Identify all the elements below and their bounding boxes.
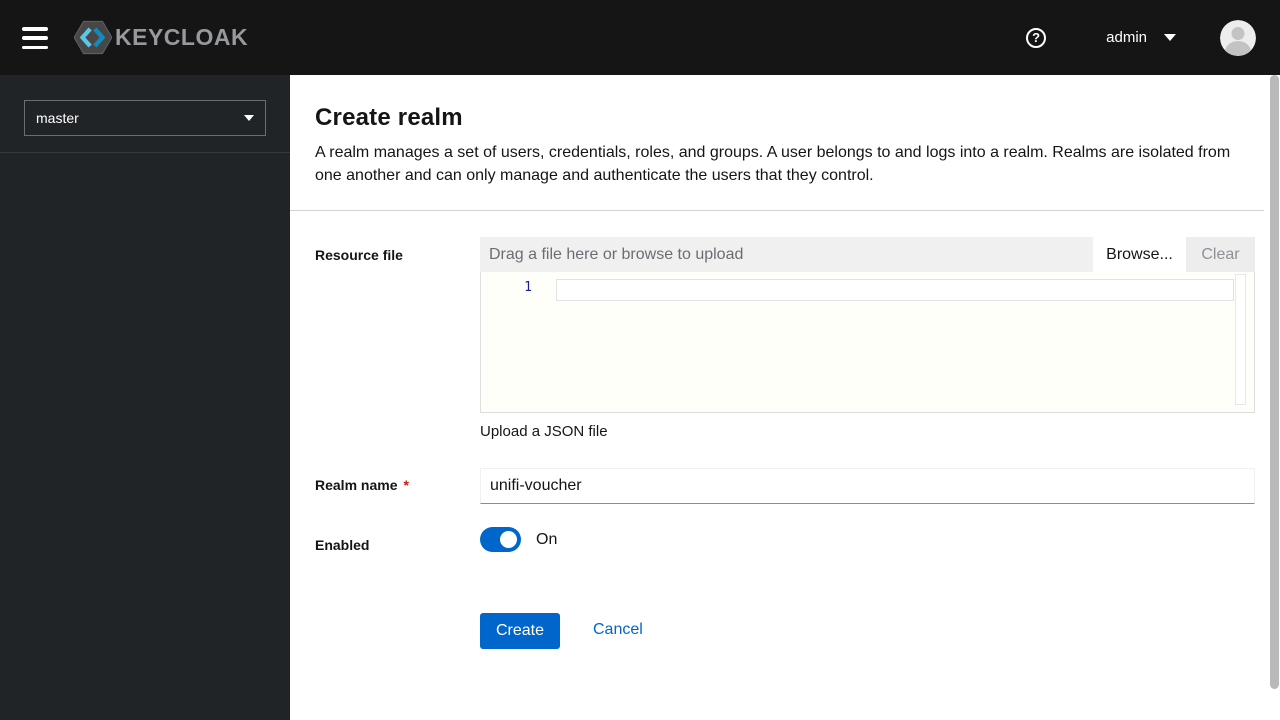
page-description: A realm manages a set of users, credenti…	[315, 144, 1231, 184]
realm-name-input[interactable]	[480, 468, 1255, 504]
resource-file-label: Resource file	[315, 247, 403, 263]
keycloak-admin-console: KEYCLOAK ? admin master Create realm A r…	[0, 0, 1280, 720]
file-upload-input[interactable]	[480, 237, 1093, 272]
sidebar-divider	[0, 152, 290, 153]
hamburger-bar	[22, 36, 48, 40]
masthead: KEYCLOAK ? admin	[0, 0, 1280, 75]
realm-name-label-text: Realm name	[315, 477, 398, 493]
main-content: Create realm A realm manages a set of us…	[290, 75, 1280, 720]
help-icon[interactable]: ?	[1026, 27, 1047, 48]
realm-name-label: Realm name *	[315, 477, 409, 493]
caret-down-icon	[244, 115, 254, 121]
create-button[interactable]: Create	[480, 613, 560, 649]
user-menu-label: admin	[1106, 29, 1147, 46]
json-code-editor[interactable]: 1	[480, 272, 1255, 413]
editor-line-number: 1	[524, 280, 532, 295]
file-upload-bar: Browse... Clear	[480, 237, 1255, 272]
masthead-right: ? admin	[1026, 0, 1256, 75]
page-scrollbar-thumb[interactable]	[1270, 75, 1279, 689]
realm-selector-value: master	[36, 110, 79, 126]
enabled-state-label: On	[536, 531, 558, 548]
section-divider	[290, 210, 1264, 211]
keycloak-brand[interactable]: KEYCLOAK	[74, 19, 248, 56]
nav-toggle-hamburger-icon[interactable]	[22, 27, 50, 49]
realm-selector-dropdown[interactable]: master	[24, 100, 266, 136]
browse-button[interactable]: Browse...	[1093, 237, 1186, 272]
required-indicator: *	[403, 477, 409, 493]
editor-scrollbar[interactable]	[1235, 274, 1246, 405]
enabled-toggle[interactable]	[480, 527, 521, 552]
page-title: Create realm	[315, 104, 463, 131]
avatar[interactable]	[1220, 19, 1256, 56]
clear-button[interactable]: Clear	[1186, 237, 1255, 272]
upload-helper-text: Upload a JSON file	[480, 423, 608, 440]
toggle-knob	[500, 531, 517, 548]
user-menu-dropdown[interactable]: admin	[1106, 29, 1176, 46]
keycloak-logo-icon	[74, 19, 112, 56]
page-header: Create realm A realm manages a set of us…	[290, 75, 1280, 187]
brand-text: KEYCLOAK	[115, 24, 249, 50]
editor-active-line[interactable]	[556, 279, 1234, 301]
caret-down-icon	[1164, 34, 1176, 41]
cancel-link[interactable]: Cancel	[593, 621, 643, 639]
hamburger-bar	[22, 27, 48, 31]
sidebar: master	[0, 75, 290, 720]
enabled-label: Enabled	[315, 537, 370, 553]
hamburger-bar	[22, 45, 48, 49]
